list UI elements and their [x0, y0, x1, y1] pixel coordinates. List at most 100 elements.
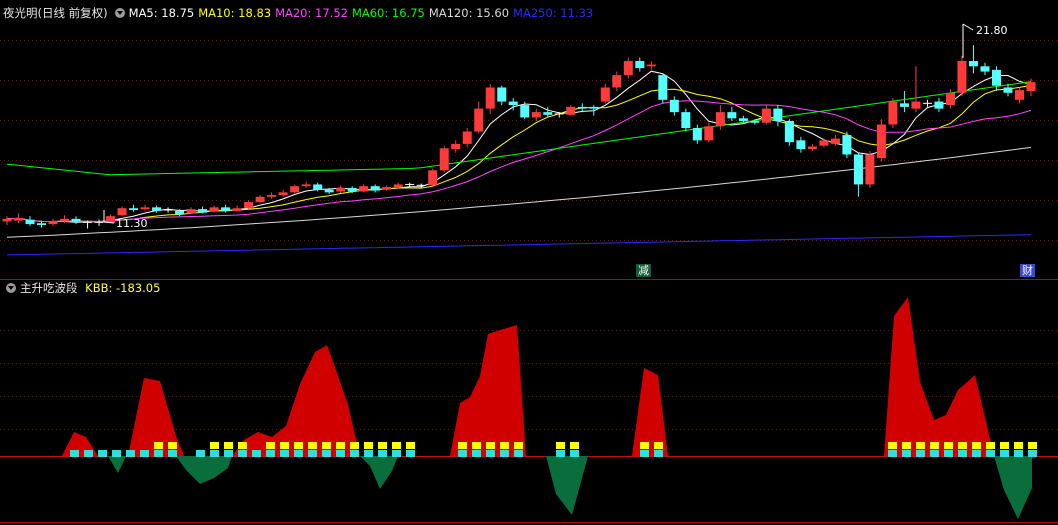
signal-marker [252, 450, 261, 457]
signal-marker [1014, 450, 1023, 457]
indicator-red-area [450, 325, 526, 456]
kbb-value: KBB: -183.05 [85, 281, 161, 295]
signal-marker [472, 442, 481, 449]
signal-marker [378, 450, 387, 457]
candle [336, 185, 346, 194]
signal-marker [168, 442, 177, 449]
candle [612, 71, 622, 91]
candle [773, 105, 783, 127]
signal-marker [972, 450, 981, 457]
candle [2, 216, 12, 225]
signal-marker [514, 450, 523, 457]
signal-marker [308, 450, 317, 457]
candle [209, 205, 219, 213]
candle [980, 62, 990, 76]
ma-label-1: MA10: 18.83 [198, 6, 272, 20]
candle [623, 57, 633, 79]
candle [692, 124, 702, 144]
signal-marker [654, 450, 663, 457]
candles [2, 45, 1036, 229]
signal-marker [986, 442, 995, 449]
signal-marker [406, 450, 415, 457]
candle [428, 168, 438, 187]
candle [715, 105, 725, 130]
signal-marker [336, 450, 345, 457]
candle [784, 119, 794, 146]
signal-marker [1000, 442, 1009, 449]
indicator-title: 主升吃波段 [20, 281, 78, 295]
signal-marker [392, 442, 401, 449]
signal-marker [84, 450, 93, 457]
ma-label-2: MA20: 17.52 [275, 6, 348, 20]
signal-marker [902, 450, 911, 457]
candle [911, 66, 921, 113]
candle [278, 189, 288, 197]
candle [474, 101, 484, 134]
signal-marker [472, 450, 481, 457]
candle [899, 90, 909, 113]
signal-marker [350, 450, 359, 457]
signal-marker [364, 450, 373, 457]
candle [462, 128, 472, 148]
candle [186, 207, 196, 215]
signal-marker [392, 450, 401, 457]
signal-marker [126, 450, 135, 457]
candle [957, 55, 967, 97]
signal-marker [112, 450, 121, 457]
signal-marker [570, 442, 579, 449]
signal-marker [406, 442, 415, 449]
main-chart-header: 夜光明(日线 前复权) MA5: 18.75 MA10: 18.83 MA20: 17… [3, 4, 601, 22]
ma-label-3: MA60: 16.75 [351, 6, 425, 20]
signal-marker [654, 442, 663, 449]
candle [727, 106, 737, 121]
signal-marker [972, 442, 981, 449]
signal-marker [364, 442, 373, 449]
ma250-line [6, 234, 1032, 256]
candle [244, 200, 254, 210]
indicator-green-area [546, 456, 588, 515]
signal-marker [98, 450, 107, 457]
signal-marker [570, 450, 579, 457]
candle [888, 98, 898, 129]
candle [658, 73, 668, 104]
signal-marker [514, 442, 523, 449]
signal-marker [486, 450, 495, 457]
signal-marker [1028, 442, 1037, 449]
candle [25, 216, 35, 226]
signal-marker [168, 450, 177, 457]
candle [359, 184, 369, 193]
candle [117, 206, 127, 217]
candle [382, 185, 392, 191]
signal-marker [224, 450, 233, 457]
signal-marker [1000, 450, 1009, 457]
signal-marker [944, 450, 953, 457]
candle [497, 85, 507, 106]
candle [1026, 78, 1036, 97]
indicator-green-area [994, 456, 1032, 519]
signal-marker [944, 442, 953, 449]
candle [635, 57, 645, 72]
indicator-green-area [360, 456, 398, 489]
signal-marker [930, 442, 939, 449]
candle [485, 83, 495, 114]
signal-marker [378, 442, 387, 449]
signal-marker [958, 450, 967, 457]
signal-marker [556, 442, 565, 449]
candle [842, 131, 852, 158]
indicator-green-area [176, 456, 232, 484]
candle [865, 150, 875, 188]
candle [968, 45, 978, 74]
signal-marker [280, 450, 289, 457]
low-price-label: 11.30 [116, 217, 148, 230]
dropdown-icon[interactable] [114, 8, 125, 18]
signal-marker [266, 442, 275, 449]
ma-label-4: MA120: 15.60 [428, 6, 510, 20]
dropdown-icon[interactable] [6, 283, 16, 293]
signal-marker [280, 442, 289, 449]
signal-marker [902, 442, 911, 449]
signal-marker [336, 442, 345, 449]
candle [807, 143, 817, 151]
signal-marker [1028, 450, 1037, 457]
candle [1014, 87, 1024, 104]
signal-marker [888, 450, 897, 457]
